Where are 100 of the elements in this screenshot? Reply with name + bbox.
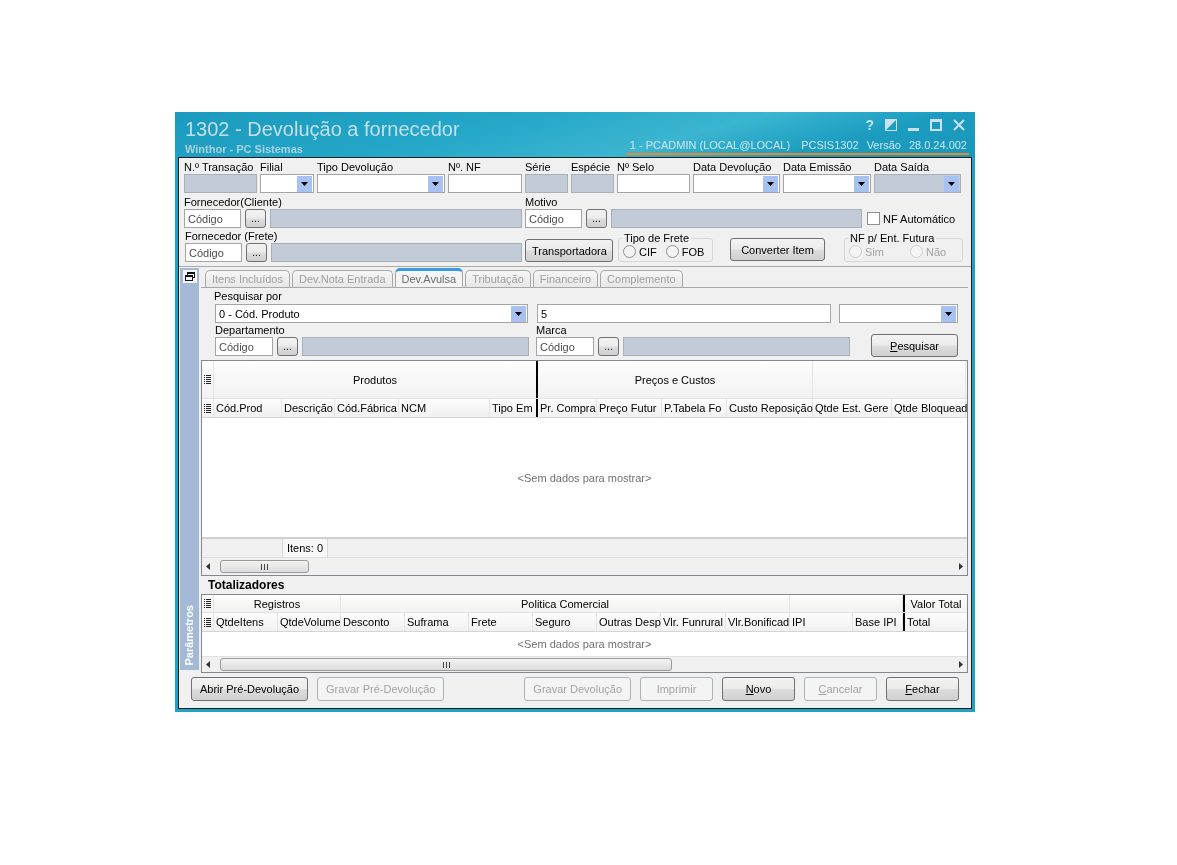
- session-info: PCSIS1302: [801, 139, 859, 152]
- code-field[interactable]: Código: [536, 337, 594, 356]
- column-header[interactable]: P.Tabela Fo: [662, 399, 727, 417]
- panel-title: Parâmetros: [182, 605, 196, 666]
- band-header: Preços e Custos: [538, 361, 813, 398]
- tab[interactable]: Dev.Avulsa: [394, 268, 464, 288]
- field-label: Fornecedor(Cliente): [184, 195, 283, 209]
- column-header[interactable]: Preço Futur: [597, 399, 662, 417]
- checkbox[interactable]: [867, 212, 880, 225]
- code-field[interactable]: Código: [184, 209, 241, 228]
- dropdown-field[interactable]: [839, 304, 958, 323]
- right-arrow-icon[interactable]: [959, 661, 963, 668]
- left-arrow-icon[interactable]: [206, 563, 210, 570]
- field-label: Tipo Devolução: [317, 160, 395, 174]
- column-header[interactable]: IPI: [790, 613, 853, 631]
- checkbox-label[interactable]: NF Automático: [883, 212, 956, 225]
- dropdown-field[interactable]: [317, 174, 445, 193]
- lookup-button[interactable]: ...: [246, 243, 267, 262]
- left-arrow-icon[interactable]: [206, 661, 210, 668]
- column-header[interactable]: Seguro: [533, 613, 597, 631]
- caret-icon[interactable]: [854, 175, 869, 192]
- field-label: Departamento: [215, 323, 286, 337]
- action-button[interactable]: Novo: [722, 677, 795, 701]
- field-label: Pesquisar por: [214, 289, 283, 303]
- column-header[interactable]: Desconto: [341, 613, 405, 631]
- dropdown-field[interactable]: 0 - Cód. Produto: [215, 304, 528, 323]
- empty-message: <Sem dados para mostrar>: [517, 471, 652, 484]
- caret-icon[interactable]: [297, 175, 312, 192]
- column-header[interactable]: Qtde Est. Gere: [813, 399, 892, 417]
- session-info: Versão: [866, 139, 901, 152]
- radio-label[interactable]: CIF: [639, 245, 657, 258]
- scrollbar-thumb[interactable]: [220, 560, 309, 573]
- restore-icon[interactable]: [182, 270, 197, 283]
- window-subtitle: Winthor - PC Sistemas: [185, 142, 304, 156]
- column-header[interactable]: Outras Desp: [597, 613, 661, 631]
- radio-button[interactable]: [665, 245, 679, 258]
- search-button[interactable]: Pesquisar: [871, 334, 958, 357]
- group-title: Tipo de Frete: [623, 232, 690, 245]
- column-header[interactable]: Descrição: [282, 399, 335, 417]
- item-count: Itens: 0: [282, 539, 329, 557]
- field-label: Nº. NF: [448, 160, 482, 174]
- action-button[interactable]: Fechar: [886, 677, 959, 701]
- radio-label[interactable]: FOB: [681, 245, 705, 258]
- dropdown-field[interactable]: [783, 174, 871, 193]
- column-header[interactable]: Total: [903, 613, 967, 631]
- field-label: Data Devolução: [693, 160, 773, 174]
- text-field[interactable]: [617, 174, 690, 193]
- maximize-icon[interactable]: [930, 119, 942, 131]
- scrollbar-thumb[interactable]: [220, 658, 672, 671]
- lookup-button[interactable]: ...: [598, 337, 619, 356]
- code-field[interactable]: Código: [215, 337, 273, 356]
- lookup-button[interactable]: ...: [586, 209, 607, 228]
- dropdown-field[interactable]: [260, 174, 314, 193]
- field-label: Motivo: [525, 195, 559, 209]
- column-header[interactable]: Suframa: [405, 613, 469, 631]
- column-header[interactable]: Cód.Prod: [214, 399, 282, 417]
- caret-icon[interactable]: [428, 175, 443, 192]
- field-label: Filial: [260, 160, 284, 174]
- convert-item-button[interactable]: Converter Item: [730, 238, 825, 261]
- column-header[interactable]: QtdeVolume: [278, 613, 341, 631]
- caret-icon[interactable]: [511, 305, 526, 322]
- empty-message: <Sem dados para mostrar>: [517, 638, 652, 650]
- band-header: Politica Comercial: [341, 595, 790, 612]
- column-header[interactable]: Custo Reposição: [727, 399, 813, 417]
- list-icon[interactable]: [204, 403, 211, 413]
- column-header[interactable]: Vlr. Funrural: [661, 613, 726, 631]
- right-arrow-icon[interactable]: [959, 563, 963, 570]
- radio-button[interactable]: [623, 245, 636, 258]
- code-field[interactable]: Código: [185, 243, 242, 262]
- half-filled-square-icon[interactable]: [885, 119, 897, 131]
- column-header[interactable]: Pr. Compra: [538, 399, 597, 417]
- list-icon[interactable]: [204, 599, 211, 608]
- text-field[interactable]: [448, 174, 522, 193]
- action-button[interactable]: Abrir Pré-Devolução: [191, 677, 309, 701]
- lookup-button[interactable]: ...: [245, 209, 266, 228]
- list-icon[interactable]: [204, 375, 211, 384]
- list-icon[interactable]: [204, 617, 211, 627]
- close-icon[interactable]: [953, 119, 965, 131]
- column-header[interactable]: NCM: [399, 399, 490, 417]
- column-header[interactable]: Qtde Bloquead: [892, 399, 966, 417]
- lookup-button[interactable]: ...: [277, 337, 298, 356]
- column-header[interactable]: Cód.Fábrica: [335, 399, 399, 417]
- column-header[interactable]: Vlr.Bonificad: [726, 613, 790, 631]
- caret-icon[interactable]: [941, 305, 956, 322]
- caret-icon[interactable]: [763, 175, 778, 192]
- column-header[interactable]: Frete: [469, 613, 533, 631]
- dropdown-field[interactable]: [693, 174, 780, 193]
- horizontal-scrollbar[interactable]: [202, 557, 967, 575]
- horizontal-scrollbar[interactable]: [202, 656, 967, 672]
- field-label: Série: [525, 160, 552, 174]
- field-label: N.º Transação: [184, 160, 255, 174]
- group-title: NF p/ Ent. Futura: [849, 232, 936, 245]
- column-header[interactable]: Tipo Em: [490, 399, 538, 417]
- column-header[interactable]: QtdeItens: [214, 613, 278, 631]
- code-field[interactable]: Código: [525, 209, 582, 228]
- column-header[interactable]: Base IPI: [853, 613, 903, 631]
- search-field[interactable]: 5: [537, 304, 831, 323]
- carrier-button[interactable]: Transportadora: [525, 239, 613, 262]
- session-info: 28.0.24.002: [908, 139, 967, 152]
- field-label: Nº Selo: [617, 160, 656, 174]
